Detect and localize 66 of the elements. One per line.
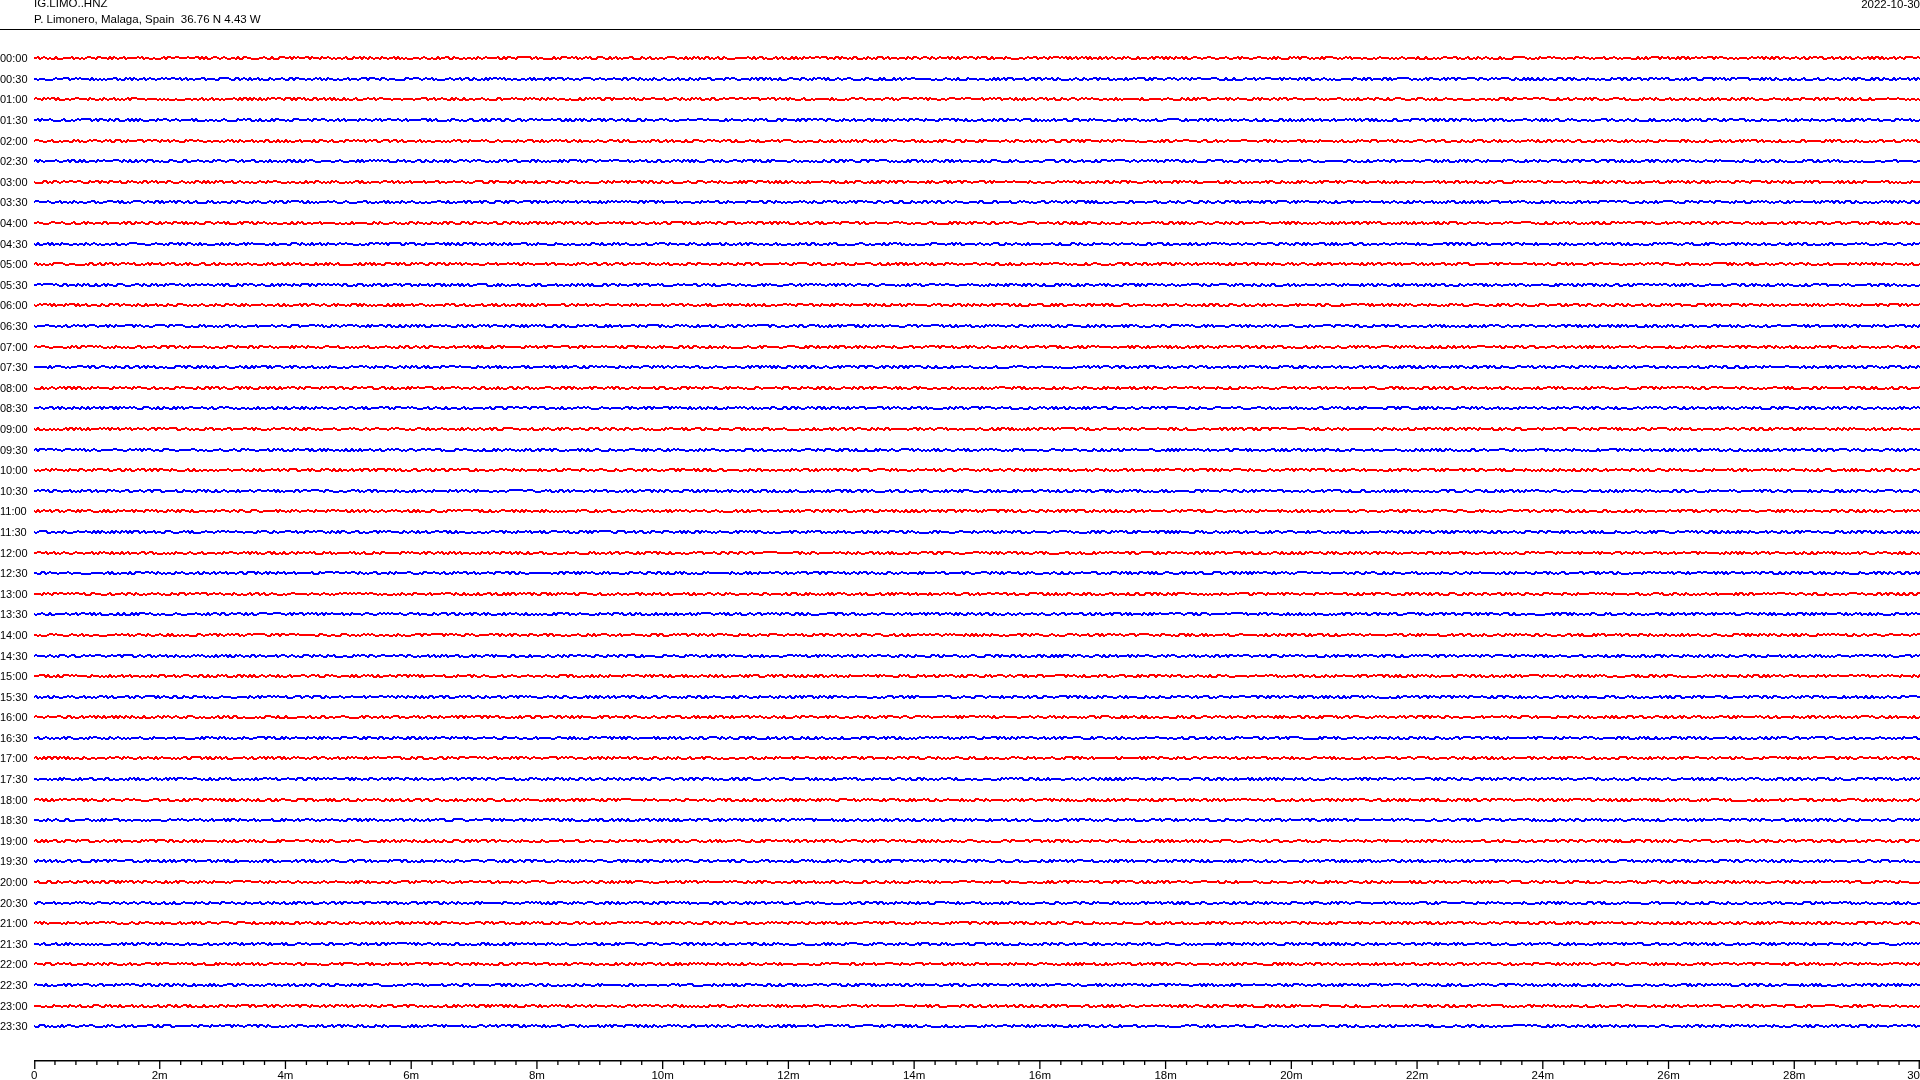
time-label: 15:30 (0, 690, 29, 703)
time-label: 11:00 (0, 505, 28, 518)
time-label: 09:30 (0, 443, 29, 456)
time-label: 06:00 (0, 299, 29, 312)
time-label: 07:30 (0, 361, 29, 374)
time-label: 22:30 (0, 979, 29, 991)
time-label: 23:30 (0, 1020, 29, 1033)
time-label: 20:00 (0, 876, 29, 889)
time-label: 04:30 (0, 237, 29, 250)
time-label: 13:30 (0, 608, 29, 621)
time-label: 13:00 (0, 587, 29, 600)
time-label: 11:30 (0, 525, 28, 538)
axis-label: 10m (651, 1068, 674, 1080)
time-label: 08:00 (0, 381, 29, 394)
axis-label: 8m (528, 1068, 545, 1080)
time-label: 08:30 (0, 402, 29, 415)
axis-label: 6m (403, 1068, 420, 1080)
time-label: 16:00 (0, 711, 29, 724)
time-label: 21:30 (0, 937, 29, 950)
axis-label: 18m (1154, 1068, 1177, 1080)
time-label: 02:30 (0, 155, 29, 168)
time-label: 10:00 (0, 464, 29, 477)
time-label: 05:00 (0, 258, 29, 271)
time-label: 15:00 (0, 670, 29, 683)
time-label: 14:00 (0, 628, 29, 641)
axis-label: 16m (1028, 1068, 1052, 1080)
axis-label: 24m (1531, 1068, 1554, 1080)
time-label: 05:30 (0, 278, 29, 291)
date-label: 2022-10-30 (1861, 0, 1920, 10)
time-label: 06:30 (0, 320, 29, 332)
time-label: 12:00 (0, 546, 29, 559)
time-label: 10:30 (0, 484, 29, 497)
axis-label: 28m (1783, 1068, 1806, 1080)
time-label: 09:00 (0, 423, 29, 435)
time-label: 22:00 (0, 958, 29, 971)
axis-label: 14m (902, 1068, 926, 1080)
time-label: 23:00 (0, 999, 29, 1012)
axis-label: 4m (277, 1068, 294, 1080)
axis-label: 2m (151, 1068, 168, 1080)
time-label: 20:30 (0, 896, 29, 909)
time-label: 03:00 (0, 175, 29, 188)
time-label: 17:00 (0, 752, 29, 765)
axis-label: 30 (1907, 1068, 1920, 1080)
time-label: 18:30 (0, 814, 29, 827)
time-label: 19:00 (0, 834, 29, 847)
time-label: 03:30 (0, 196, 29, 209)
time-label: 18:00 (0, 793, 29, 806)
axis-label: 0 (31, 1068, 38, 1080)
axis-label: 20m (1280, 1068, 1303, 1080)
time-label: 00:30 (0, 72, 29, 85)
time-label: 00:00 (0, 52, 29, 65)
time-label: 14:30 (0, 649, 29, 662)
station-location: P. Limonero, Malaga, Spain 36.76 N 4.43 W (34, 12, 261, 26)
time-label: 04:00 (0, 217, 29, 230)
time-label: 01:00 (0, 93, 29, 106)
time-label: 01:30 (0, 114, 29, 127)
axis-label: 22m (1405, 1068, 1429, 1080)
time-label: 19:30 (0, 855, 29, 868)
axis-label: 26m (1657, 1068, 1680, 1080)
time-label: 02:00 (0, 134, 29, 147)
time-label: 17:30 (0, 773, 29, 786)
time-label: 16:30 (0, 731, 29, 744)
axis-label: 12m (777, 1068, 800, 1080)
time-label: 07:00 (0, 340, 29, 353)
time-label: 21:00 (0, 917, 29, 930)
time-label: 12:30 (0, 567, 29, 580)
